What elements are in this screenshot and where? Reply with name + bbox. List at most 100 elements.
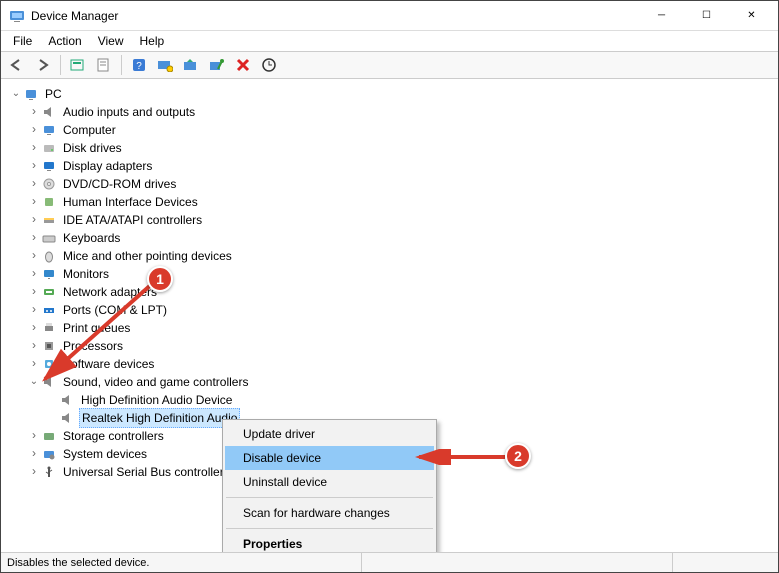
- expand-arrow-icon[interactable]: [27, 174, 41, 194]
- tree-category[interactable]: Human Interface Devices: [9, 193, 778, 211]
- tree-node-label: DVD/CD-ROM drives: [61, 175, 178, 193]
- expand-arrow-icon[interactable]: [27, 426, 41, 446]
- annotation-label: 2: [514, 448, 522, 464]
- tree-node-label: Print queues: [61, 319, 132, 337]
- tree-category[interactable]: Mice and other pointing devices: [9, 247, 778, 265]
- expand-arrow-icon[interactable]: [27, 300, 41, 320]
- expand-arrow-icon[interactable]: [27, 264, 41, 284]
- tree-root[interactable]: PC: [9, 85, 778, 103]
- disable-device-button[interactable]: [205, 54, 229, 76]
- close-button[interactable]: ✕: [729, 2, 774, 30]
- expand-arrow-icon[interactable]: [27, 192, 41, 212]
- tree-category[interactable]: Keyboards: [9, 229, 778, 247]
- tree-device[interactable]: High Definition Audio Device: [9, 391, 778, 409]
- tree-category[interactable]: Processors: [9, 337, 778, 355]
- tree-node-label: Monitors: [61, 265, 111, 283]
- forward-button[interactable]: [31, 54, 55, 76]
- tree-node-label: Mice and other pointing devices: [61, 247, 234, 265]
- update-driver-button[interactable]: [179, 54, 203, 76]
- expand-arrow-icon[interactable]: [27, 228, 41, 248]
- pc-icon: [23, 86, 39, 102]
- usb-icon: [41, 464, 57, 480]
- expand-arrow-icon[interactable]: [27, 354, 41, 374]
- context-menu-item[interactable]: Update driver: [225, 422, 434, 446]
- menu-view[interactable]: View: [90, 32, 132, 50]
- keyboard-icon: [41, 230, 57, 246]
- tree-category[interactable]: IDE ATA/ATAPI controllers: [9, 211, 778, 229]
- tree-node-label: Software devices: [61, 355, 156, 373]
- context-menu-item[interactable]: Uninstall device: [225, 470, 434, 494]
- expand-arrow-icon[interactable]: [27, 246, 41, 266]
- expand-arrow-icon[interactable]: [27, 138, 41, 158]
- toolbar-separator: [121, 55, 122, 75]
- tree-node-label: IDE ATA/ATAPI controllers: [61, 211, 204, 229]
- menu-action[interactable]: Action: [40, 32, 89, 50]
- tree-category[interactable]: Software devices: [9, 355, 778, 373]
- svg-text:?: ?: [136, 61, 142, 72]
- expand-arrow-icon[interactable]: [27, 120, 41, 140]
- monitor-icon: [41, 266, 57, 282]
- uninstall-device-button[interactable]: [231, 54, 255, 76]
- context-menu: Update driverDisable deviceUninstall dev…: [222, 419, 437, 559]
- expand-arrow-icon[interactable]: [27, 462, 41, 482]
- speaker-icon: [41, 104, 57, 120]
- context-menu-separator: [226, 528, 433, 529]
- toolbar-separator: [60, 55, 61, 75]
- menubar: File Action View Help: [1, 31, 778, 51]
- properties-button[interactable]: [92, 54, 116, 76]
- expand-arrow-icon[interactable]: [27, 102, 41, 122]
- tree-category[interactable]: Monitors: [9, 265, 778, 283]
- annotation-label: 1: [156, 271, 164, 287]
- window-title: Device Manager: [31, 9, 639, 23]
- tree-category[interactable]: Display adapters: [9, 157, 778, 175]
- network-icon: [41, 284, 57, 300]
- annotation-badge-1: 1: [147, 266, 173, 292]
- scan-changes-button[interactable]: [257, 54, 281, 76]
- speaker-icon: [59, 410, 75, 426]
- minimize-button[interactable]: ─: [639, 2, 684, 30]
- expand-arrow-icon[interactable]: [27, 156, 41, 176]
- show-hidden-button[interactable]: [66, 54, 90, 76]
- expand-arrow-icon[interactable]: [27, 373, 41, 391]
- tree-category[interactable]: Print queues: [9, 319, 778, 337]
- tree-category[interactable]: DVD/CD-ROM drives: [9, 175, 778, 193]
- tree-category[interactable]: Ports (COM & LPT): [9, 301, 778, 319]
- expand-arrow-icon[interactable]: [27, 210, 41, 230]
- tree-category[interactable]: Sound, video and game controllers: [9, 373, 778, 391]
- expand-arrow-icon[interactable]: [27, 444, 41, 464]
- hid-icon: [41, 194, 57, 210]
- back-button[interactable]: [5, 54, 29, 76]
- system-icon: [41, 446, 57, 462]
- tree-category[interactable]: Disk drives: [9, 139, 778, 157]
- tree-node-label: Keyboards: [61, 229, 122, 247]
- maximize-button[interactable]: ☐: [684, 2, 729, 30]
- status-cell: [672, 553, 772, 572]
- context-menu-item[interactable]: Disable device: [225, 446, 434, 470]
- expand-arrow-icon[interactable]: [27, 336, 41, 356]
- tree-node-label: Audio inputs and outputs: [61, 103, 197, 121]
- tree-category[interactable]: Network adapters: [9, 283, 778, 301]
- printer-icon: [41, 320, 57, 336]
- statusbar: Disables the selected device.: [1, 552, 778, 572]
- port-icon: [41, 302, 57, 318]
- menu-file[interactable]: File: [5, 32, 40, 50]
- app-icon: [9, 8, 25, 24]
- tree-category[interactable]: Computer: [9, 121, 778, 139]
- context-menu-item[interactable]: Scan for hardware changes: [225, 501, 434, 525]
- tree-node-label: PC: [43, 85, 64, 103]
- display-icon: [41, 158, 57, 174]
- expand-arrow-icon[interactable]: [27, 282, 41, 302]
- expand-arrow-icon[interactable]: [9, 85, 23, 103]
- tree-category[interactable]: Audio inputs and outputs: [9, 103, 778, 121]
- storage-icon: [41, 428, 57, 444]
- expand-arrow-icon[interactable]: [27, 318, 41, 338]
- window-controls: ─ ☐ ✕: [639, 2, 774, 30]
- help-button[interactable]: ?: [127, 54, 151, 76]
- tree-node-label: Storage controllers: [61, 427, 166, 445]
- cpu-icon: [41, 338, 57, 354]
- toolbar: ?: [1, 51, 778, 79]
- tree-node-label: System devices: [61, 445, 149, 463]
- scan-hardware-button[interactable]: [153, 54, 177, 76]
- tree-node-label: Disk drives: [61, 139, 124, 157]
- menu-help[interactable]: Help: [132, 32, 173, 50]
